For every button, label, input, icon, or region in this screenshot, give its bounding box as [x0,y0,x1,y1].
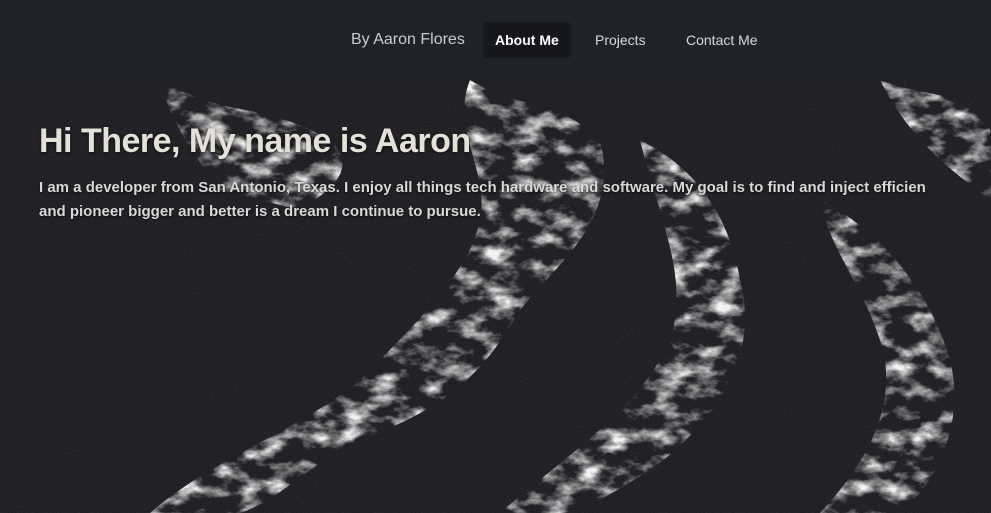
nav-contact-me[interactable]: Contact Me [674,22,770,58]
hero-intro-line-2: and pioneer bigger and better is a dream… [39,203,481,220]
hero-intro-paragraph: I am a developer from San Antonio, Texas… [39,176,991,224]
brand-title[interactable]: By Aaron Flores [351,29,465,51]
nav-about-me[interactable]: About Me [483,22,571,58]
top-navbar: By Aaron Flores About Me Projects Contac… [0,0,991,80]
hero-title: Hi There, My name is Aaron [39,122,471,160]
hero-intro-line-1: I am a developer from San Antonio, Texas… [39,179,926,196]
hero-section: Hi There, My name is Aaron I am a develo… [0,80,991,513]
nav-projects[interactable]: Projects [583,22,658,58]
